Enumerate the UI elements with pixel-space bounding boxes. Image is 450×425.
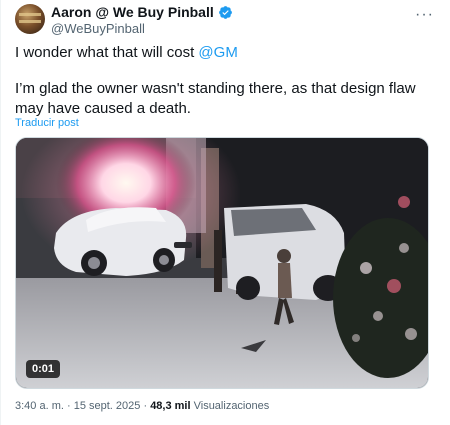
author-row: Aaron @ We Buy Pinball [51, 4, 233, 20]
author-name[interactable]: Aaron @ We Buy Pinball [51, 4, 214, 20]
tweet-text-line2: I’m glad the owner wasn't standing there… [15, 80, 416, 117]
tweet-text-prefix: I wonder what that will cost [15, 44, 199, 61]
avatar[interactable] [15, 4, 45, 34]
meta-separator-2: · [143, 400, 148, 412]
translate-link[interactable]: Traducir post [15, 117, 79, 129]
more-horizontal-icon[interactable]: ··· [415, 6, 434, 24]
tweet-time[interactable]: 3:40 a. m. [15, 400, 64, 412]
meta-separator: · [66, 400, 71, 412]
views-count: 48,3 mil [150, 400, 191, 412]
video-time-badge: 0:01 [26, 360, 61, 378]
video-frame [16, 138, 428, 388]
tweet: Aaron @ We Buy Pinball @WeBuyPinball ···… [0, 0, 450, 425]
verified-badge-icon [218, 5, 232, 19]
author-handle[interactable]: @WeBuyPinball [51, 21, 145, 36]
tweet-date[interactable]: 15 sept. 2025 [74, 400, 141, 412]
tweet-text-line1: I wonder what that will cost @GM [15, 43, 436, 63]
tweet-meta: 3:40 a. m. · 15 sept. 2025 · 48,3 mil Vi… [15, 400, 269, 412]
mention-link[interactable]: @GM [198, 44, 237, 61]
video-player[interactable]: 0:01 [15, 137, 429, 389]
views-label: Visualizaciones [193, 400, 270, 412]
